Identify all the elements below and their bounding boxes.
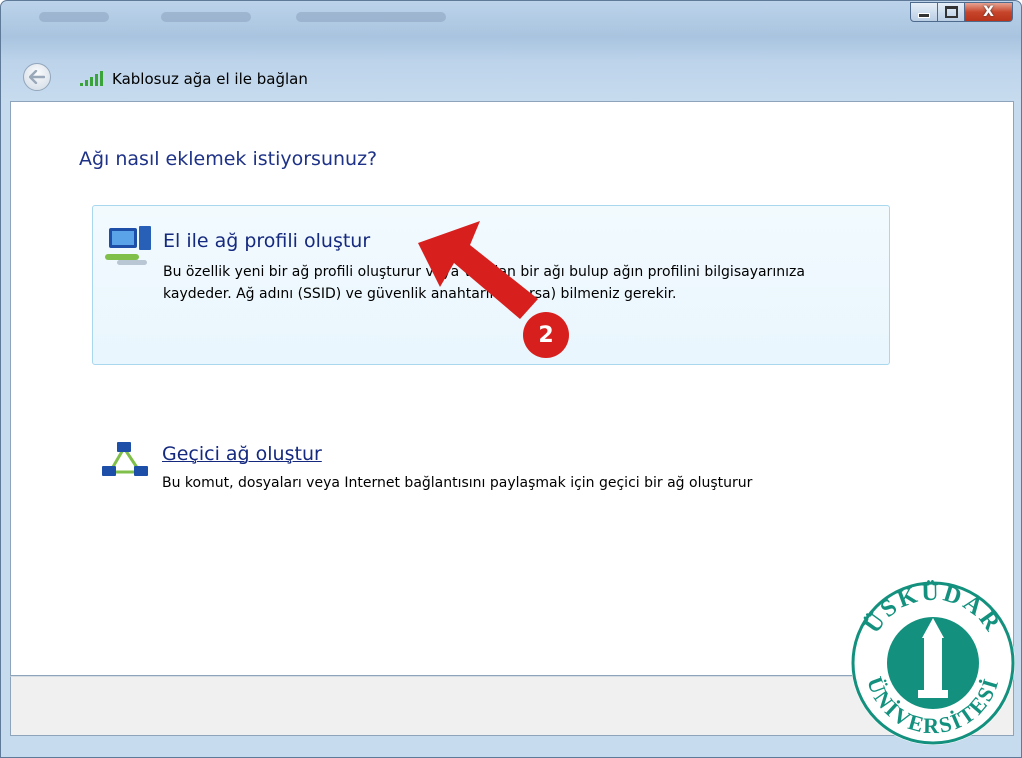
- minimize-icon: [918, 13, 930, 18]
- close-icon: X: [983, 4, 994, 20]
- close-button[interactable]: X: [965, 2, 1013, 22]
- title-bar[interactable]: X: [1, 1, 1021, 37]
- step-badge: 2: [523, 312, 569, 358]
- university-logo: ÜSKÜDAR ÜNİVERSİTESİ: [851, 580, 1015, 745]
- option-title: El ile ağ profili oluştur: [163, 230, 371, 252]
- back-arrow-icon: [29, 70, 45, 84]
- breadcrumb-blur: [161, 12, 251, 22]
- minimize-button[interactable]: [910, 2, 938, 22]
- breadcrumb-blur: [296, 12, 446, 22]
- maximize-button[interactable]: [938, 2, 965, 22]
- option-adhoc-network[interactable]: Geçici ağ oluştur Bu komut, dosyaları ve…: [92, 430, 890, 530]
- wireless-signal-icon: [80, 71, 103, 86]
- breadcrumb-blur: [39, 12, 109, 22]
- page-heading: Ağı nasıl eklemek istiyorsunuz?: [79, 148, 378, 170]
- navigation-bar: Kablosuz ağa el ile bağlan: [1, 57, 1021, 99]
- option-title: Geçici ağ oluştur: [162, 443, 322, 465]
- maximize-icon: [944, 6, 958, 18]
- back-button[interactable]: [23, 63, 51, 91]
- caption-buttons: X: [910, 2, 1013, 22]
- network-profile-icon: [105, 226, 151, 265]
- dialog-title: Kablosuz ağa el ile bağlan: [112, 70, 308, 88]
- option-description: Bu komut, dosyaları veya Internet bağlan…: [162, 475, 753, 491]
- adhoc-network-icon: [102, 442, 148, 476]
